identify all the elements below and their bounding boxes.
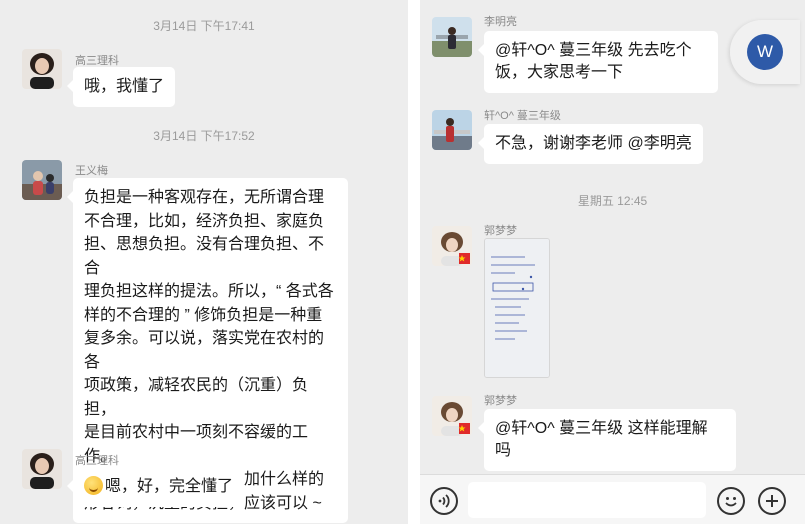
message-text: 嗯，好，完全懂了 xyxy=(105,478,234,495)
message-line: 负担是一种客观存在，无所谓合理 xyxy=(84,189,325,206)
sender-name: 郭梦梦 xyxy=(484,395,517,407)
message-line: 复多余。可以说，落实党在农村的各 xyxy=(84,330,325,371)
message-line: 样的不合理的 ” 修饰负担是一种重 xyxy=(84,306,323,324)
avatar-gaosanlike[interactable] xyxy=(22,49,62,89)
timestamp: 星期五 12:45 xyxy=(577,194,648,208)
sender-name: 王义梅 xyxy=(75,165,108,177)
avatar-xuanman[interactable] xyxy=(432,110,472,150)
message-bubble[interactable]: 嗯，好，完全懂了 xyxy=(66,467,245,507)
message-text: 哦，我懂了 xyxy=(84,78,165,95)
avatar-liminglang[interactable] xyxy=(432,17,472,57)
message-line: 吗 xyxy=(495,442,512,459)
message-bubble[interactable]: 哦，我懂了 xyxy=(66,67,176,107)
message-line: 担、思想负担。没有合理负担、不合 xyxy=(84,236,325,277)
smile-emoji-icon xyxy=(84,476,103,495)
message-bubble[interactable]: @轩^O^ 蔓三年级 这样能理解 吗 xyxy=(478,409,736,471)
sender-name: 高三理科 xyxy=(75,55,119,67)
input-bar xyxy=(420,474,805,524)
emoji-icon[interactable] xyxy=(717,487,745,515)
timestamp: 3月14日 下午17:52 xyxy=(153,129,255,143)
notebook-photo xyxy=(485,239,549,377)
message-bubble[interactable]: 不急，谢谢李老师 @李明亮 xyxy=(478,124,703,164)
floating-badge-letter: W xyxy=(747,34,783,70)
sender-name: 郭梦梦 xyxy=(484,225,517,237)
voice-icon[interactable] xyxy=(430,487,458,515)
avatar-gaosanlike[interactable] xyxy=(22,449,62,489)
message-input[interactable] xyxy=(468,482,706,518)
add-icon[interactable] xyxy=(758,487,786,515)
avatar-guomengmeng[interactable] xyxy=(432,226,472,266)
message-line: 项政策，减轻农民的（沉重）负担， xyxy=(84,377,309,418)
message-bubble[interactable]: @轩^O^ 蔓三年级 先去吃个 饭，大家思考一下 xyxy=(478,31,718,93)
message-line: @轩^O^ 蔓三年级 先去吃个 xyxy=(495,42,692,59)
sender-name: 高三理科 xyxy=(75,455,119,467)
message-text: 不急，谢谢李老师 @李明亮 xyxy=(495,135,692,152)
sender-name: 李明亮 xyxy=(484,16,517,28)
message-line: 是目前农村中一项刻不容缓的工作。 xyxy=(84,424,309,465)
avatar-wangyimei[interactable] xyxy=(22,160,62,200)
floating-window-badge[interactable]: W xyxy=(730,20,800,84)
message-line: 理负担这样的提法。所以，“ 各式各 xyxy=(84,283,334,300)
message-line: 不合理，比如，经济负担、家庭负 xyxy=(84,212,325,230)
image-message[interactable] xyxy=(484,238,550,378)
left-chat-panel: 3月14日 下午17:41 高三理科 哦，我懂了 3月14日 下午17:52 王… xyxy=(0,0,408,524)
timestamp: 3月14日 下午17:41 xyxy=(153,19,255,33)
message-line: @轩^O^ 蔓三年级 这样能理解 xyxy=(495,420,708,437)
sender-name: 轩^O^ 蔓三年级 xyxy=(484,110,561,122)
message-line: 饭，大家思考一下 xyxy=(495,64,624,81)
avatar-guomengmeng[interactable] xyxy=(432,396,472,436)
